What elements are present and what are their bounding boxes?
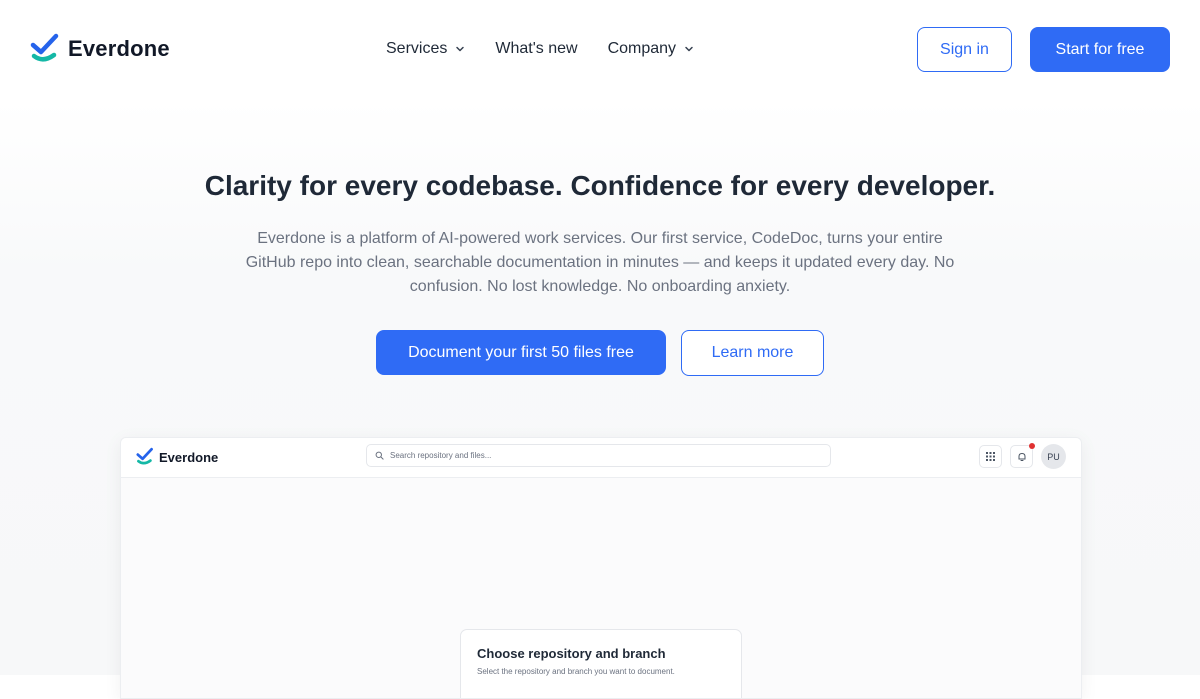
preview-brand[interactable]: Everdone	[136, 447, 218, 467]
check-logo-icon	[136, 447, 153, 465]
user-avatar[interactable]: PU	[1041, 444, 1066, 469]
brand-logo-link[interactable]: Everdone	[30, 33, 170, 65]
sign-in-button[interactable]: Sign in	[917, 27, 1012, 72]
check-logo-icon	[30, 33, 59, 62]
chevron-down-icon	[685, 46, 693, 52]
preview-search-input[interactable]: Search repository and files...	[366, 444, 831, 467]
hero-description: Everdone is a platform of AI-powered wor…	[230, 227, 970, 299]
grid-icon	[986, 452, 995, 461]
hero-description-line: Everdone is a platform of AI-powered wor…	[257, 230, 943, 247]
card-title: Choose repository and branch	[477, 646, 666, 661]
notification-dot	[1029, 443, 1035, 449]
top-navbar: Everdone Services What's new Company Sig…	[0, 0, 1200, 100]
preview-header: Everdone Search repository and files...	[121, 438, 1081, 478]
brand-name: Everdone	[68, 36, 170, 61]
nav-services-label: Services	[386, 40, 448, 57]
nav-whats-new-label: What's new	[495, 40, 578, 57]
hero-description-line: confusion. No lost knowledge. No onboard…	[409, 278, 791, 295]
nav-services[interactable]: Services	[386, 40, 465, 58]
nav-company-label: Company	[607, 40, 677, 57]
search-icon	[375, 451, 384, 460]
chevron-down-icon	[456, 46, 465, 52]
preview-search-placeholder: Search repository and files...	[390, 451, 492, 460]
apps-grid-button[interactable]	[979, 445, 1002, 468]
nav-whats-new[interactable]: What's new	[495, 40, 577, 58]
bell-icon	[1018, 452, 1025, 461]
main-nav: Services What's new Company	[386, 40, 694, 58]
start-for-free-button[interactable]: Start for free	[1030, 27, 1170, 72]
choose-repository-card: Choose repository and branch Select the …	[460, 629, 742, 698]
preview-brand-name: Everdone	[159, 449, 219, 465]
document-files-free-button[interactable]: Document your first 50 files free	[376, 330, 666, 375]
hero-description-line: GitHub repo into clean, searchable docum…	[245, 254, 955, 271]
app-preview-window: Everdone Search repository and files...	[120, 437, 1082, 699]
learn-more-button[interactable]: Learn more	[681, 330, 824, 376]
nav-company[interactable]: Company	[608, 40, 694, 58]
hero-title: Clarity for every codebase. Confidence f…	[204, 170, 996, 201]
